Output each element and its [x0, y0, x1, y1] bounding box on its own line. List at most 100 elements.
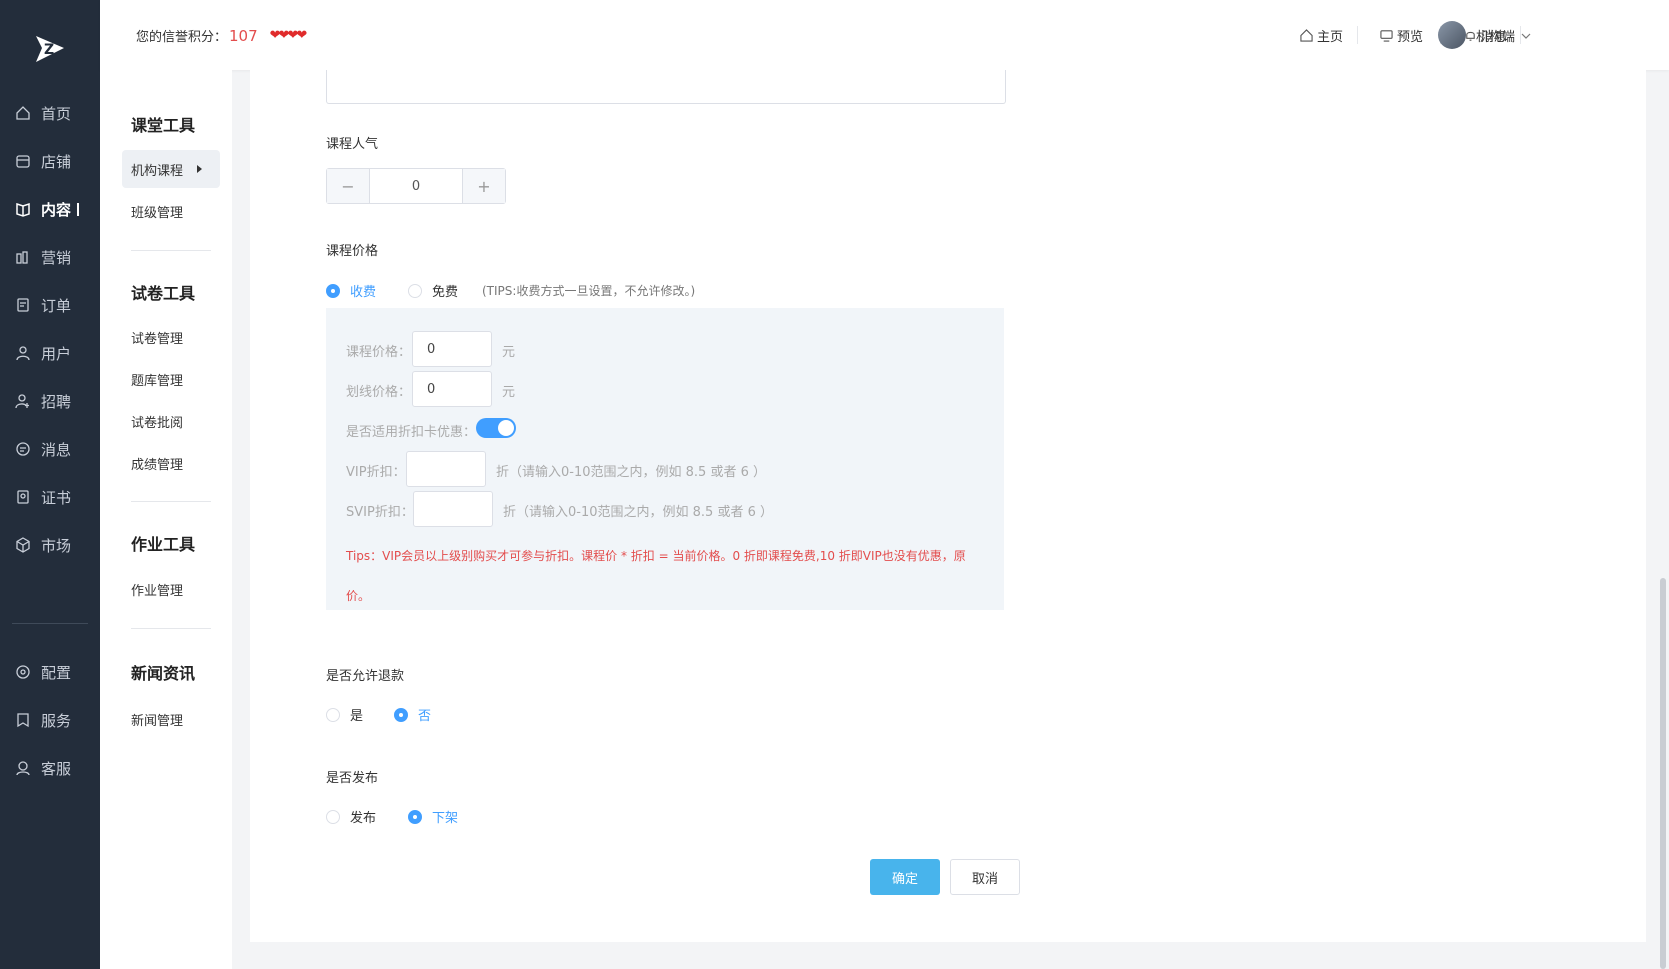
- credit-value: 107: [229, 26, 258, 45]
- radio-label: 免费: [432, 285, 459, 300]
- home-icon: [1300, 29, 1313, 42]
- radio-charge[interactable]: 收费: [326, 281, 376, 300]
- submenu-item-news[interactable]: 新闻管理: [131, 710, 183, 729]
- nav-label: 营销: [41, 248, 72, 267]
- page-scrollbar[interactable]: [1660, 578, 1666, 969]
- nav-service[interactable]: 服务: [0, 704, 100, 736]
- nav-store[interactable]: 店铺: [0, 145, 100, 177]
- nav-recruit[interactable]: 招聘: [0, 385, 100, 417]
- discount-card-toggle[interactable]: [476, 418, 516, 438]
- vip-discount-label: VIP折扣：: [346, 465, 406, 480]
- group-title-exam: 试卷工具: [131, 284, 196, 303]
- home-link[interactable]: 主页: [1300, 26, 1343, 45]
- radio-unpublish[interactable]: 下架: [408, 807, 458, 826]
- chart-icon: [16, 251, 28, 264]
- submenu-divider: [131, 501, 211, 502]
- nav-label: 服务: [41, 711, 72, 730]
- strike-price-label: 划线价格：: [346, 385, 412, 400]
- submenu-item-grading[interactable]: 试卷批阅: [131, 412, 183, 431]
- home-link-label: 主页: [1317, 30, 1344, 45]
- radio-publish[interactable]: 发布: [326, 807, 376, 826]
- recruit-icon: [15, 394, 29, 409]
- nav-label: 市场: [41, 536, 72, 555]
- increment-button[interactable]: +: [463, 169, 505, 203]
- vip-discount-input[interactable]: [406, 451, 486, 487]
- order-icon: [17, 298, 29, 312]
- nav-label: 首页: [41, 104, 72, 123]
- submenu-item-classes[interactable]: 班级管理: [131, 202, 183, 221]
- svip-discount-label: SVIP折扣：: [346, 505, 414, 520]
- submenu-item-courses[interactable]: 机构课程: [122, 150, 220, 188]
- yuan-unit: 元: [502, 345, 516, 360]
- header-divider: [1357, 26, 1358, 44]
- nav-content[interactable]: 内容: [0, 193, 100, 225]
- radio-refund-yes[interactable]: 是: [326, 705, 363, 724]
- nav-marketing[interactable]: 营销: [0, 241, 100, 273]
- description-textarea[interactable]: [326, 70, 1006, 104]
- radio-dot: [326, 707, 340, 722]
- monitor-icon: [1380, 30, 1393, 42]
- heart-icon: ❤❤❤❤: [269, 28, 308, 43]
- preview-link[interactable]: 预览: [1380, 26, 1423, 45]
- market-icon: [16, 537, 30, 553]
- chevron-down-icon: [1521, 33, 1531, 39]
- credit-label: 您的信誉积分：: [136, 30, 228, 45]
- cancel-button[interactable]: 取消: [950, 859, 1020, 895]
- content-submenu: 课堂工具 机构课程 班级管理 试卷工具 试卷管理 题库管理 试卷批阅 成绩管理 …: [100, 70, 232, 969]
- price-tips: (TIPS:收费方式一旦设置，不允许修改。): [482, 284, 696, 298]
- course-price-input[interactable]: 0: [412, 331, 492, 367]
- nav-label: 订单: [41, 296, 72, 315]
- nav-users[interactable]: 用户: [0, 337, 100, 369]
- nav-label: 招聘: [41, 392, 72, 411]
- nav-config[interactable]: 配置: [0, 656, 100, 688]
- svip-discount-input[interactable]: [413, 491, 493, 527]
- radio-refund-no[interactable]: 否: [394, 705, 431, 724]
- group-title-homework: 作业工具: [131, 535, 196, 554]
- message-icon: [16, 442, 30, 456]
- group-title-classroom: 课堂工具: [131, 116, 196, 135]
- nav-label: 证书: [41, 488, 72, 507]
- certificate-icon: [17, 490, 29, 504]
- confirm-button[interactable]: 确定: [870, 859, 940, 895]
- popularity-stepper[interactable]: − 0 +: [326, 168, 506, 204]
- radio-dot: [326, 283, 340, 298]
- radio-dot: [326, 809, 340, 824]
- bookmark-icon: [17, 713, 29, 728]
- strike-price-input[interactable]: 0: [412, 371, 492, 407]
- active-indicator: [77, 202, 80, 216]
- nav-label: 配置: [41, 663, 72, 682]
- top-header: 您的信誉积分： 107 ❤❤❤❤ 主页 预览 消息 机构端: [100, 0, 1669, 70]
- support-icon: [16, 761, 30, 776]
- vip-discount-hint: 折（请输入0-10范围之内，例如 8.5 或者 6 ）: [496, 465, 766, 480]
- course-price-label: 课程价格：: [346, 345, 412, 360]
- radio-label: 下架: [432, 811, 459, 826]
- submenu-item-scores[interactable]: 成绩管理: [131, 454, 183, 473]
- nav-support[interactable]: 客服: [0, 752, 100, 784]
- submenu-item-homework[interactable]: 作业管理: [131, 580, 183, 599]
- sidebar-divider: [12, 623, 88, 624]
- nav-label: 客服: [41, 759, 72, 778]
- nav-label: 内容: [41, 200, 72, 219]
- radio-dot: [408, 809, 422, 824]
- account-menu[interactable]: 机构端: [1476, 26, 1531, 45]
- nav-label: 消息: [41, 440, 72, 459]
- radio-label: 是: [350, 709, 364, 724]
- radio-dot: [408, 283, 422, 298]
- nav-market[interactable]: 市场: [0, 529, 100, 561]
- nav-home[interactable]: 首页: [0, 97, 100, 129]
- nav-messages[interactable]: 消息: [0, 433, 100, 465]
- yuan-unit: 元: [502, 385, 516, 400]
- popularity-value[interactable]: 0: [369, 169, 463, 203]
- logo-icon[interactable]: Z: [32, 30, 68, 66]
- nav-label: 用户: [41, 344, 72, 363]
- submenu-item-question-bank[interactable]: 题库管理: [131, 370, 183, 389]
- radio-free[interactable]: 免费: [408, 281, 458, 300]
- publish-label: 是否发布: [326, 771, 379, 786]
- avatar[interactable]: [1438, 21, 1466, 49]
- submenu-divider: [131, 250, 211, 251]
- submenu-item-exams[interactable]: 试卷管理: [131, 328, 183, 347]
- nav-certificates[interactable]: 证书: [0, 481, 100, 513]
- decrement-button[interactable]: −: [327, 169, 369, 203]
- radio-dot: [394, 707, 408, 722]
- nav-orders[interactable]: 订单: [0, 289, 100, 321]
